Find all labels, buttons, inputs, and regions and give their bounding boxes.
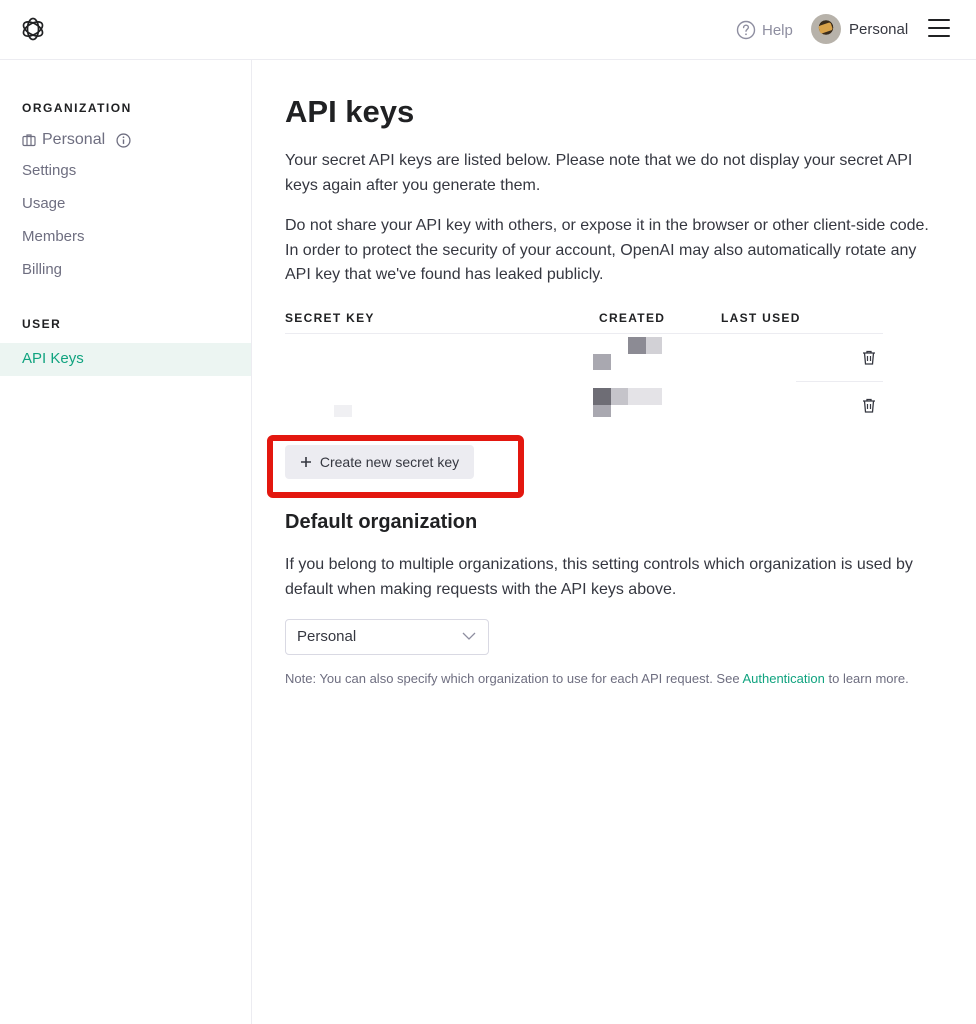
page-title: API keys xyxy=(285,94,415,129)
redacted-block xyxy=(593,354,611,370)
redacted-block xyxy=(628,337,646,354)
sidebar-item-settings[interactable]: Settings xyxy=(22,162,76,179)
plus-icon xyxy=(300,457,311,467)
question-circle-icon xyxy=(736,20,756,40)
info-icon[interactable] xyxy=(116,132,131,148)
default-org-description: If you belong to multiple organizations,… xyxy=(285,556,913,598)
default-org-select-value: Personal xyxy=(297,628,357,645)
sidebar-item-members[interactable]: Members xyxy=(22,228,85,245)
org-switcher[interactable]: Personal xyxy=(22,131,131,149)
sidebar-heading-organization: ORGANIZATION xyxy=(22,101,132,115)
briefcase-icon xyxy=(22,134,36,147)
sidebar-item-api-keys[interactable]: API Keys xyxy=(0,343,251,376)
column-header-secret-key: SECRET KEY xyxy=(285,311,375,325)
note-text-before: Note: You can also specify which organiz… xyxy=(285,671,743,686)
account-menu[interactable]: Personal xyxy=(811,14,908,44)
trash-icon[interactable] xyxy=(862,350,876,365)
redacted-block xyxy=(611,388,628,405)
column-header-created: CREATED xyxy=(599,311,666,325)
help-link[interactable]: Help xyxy=(736,18,793,42)
authentication-link[interactable]: Authentication xyxy=(742,671,824,686)
sidebar-heading-user: USER xyxy=(22,317,62,331)
default-org-select[interactable]: Personal xyxy=(285,619,489,655)
redacted-block xyxy=(334,405,352,417)
warning-text: Do not share your API key with others, o… xyxy=(285,217,929,283)
trash-icon[interactable] xyxy=(862,398,876,413)
default-org-title: Default organization xyxy=(285,511,478,533)
redacted-block xyxy=(646,337,662,354)
chevron-down-icon xyxy=(462,632,476,640)
account-label: Personal xyxy=(849,20,909,38)
column-header-last-used: LAST USED xyxy=(721,311,801,325)
sidebar-item-usage[interactable]: Usage xyxy=(22,195,65,212)
redacted-block xyxy=(628,388,662,405)
sidebar: ORGANIZATION Personal Settings Usage Mem… xyxy=(0,60,252,1024)
openai-logo-icon[interactable] xyxy=(20,16,46,42)
hamburger-menu-icon[interactable] xyxy=(928,19,950,37)
redacted-block xyxy=(593,388,611,405)
note-text-after: to learn more. xyxy=(824,671,909,686)
create-secret-key-label: Create new secret key xyxy=(319,454,460,470)
table-divider xyxy=(796,381,883,382)
table-divider xyxy=(285,333,883,334)
avatar xyxy=(811,14,841,44)
org-name: Personal xyxy=(42,131,106,148)
create-secret-key-button[interactable]: Create new secret key xyxy=(285,445,474,479)
help-label: Help xyxy=(762,21,793,39)
intro-text: Your secret API keys are listed below. P… xyxy=(285,152,913,194)
top-bar: Help Personal xyxy=(0,0,976,60)
redacted-block xyxy=(593,405,611,417)
note-text: Note: You can also specify which organiz… xyxy=(285,669,935,689)
sidebar-item-billing[interactable]: Billing xyxy=(22,261,62,278)
